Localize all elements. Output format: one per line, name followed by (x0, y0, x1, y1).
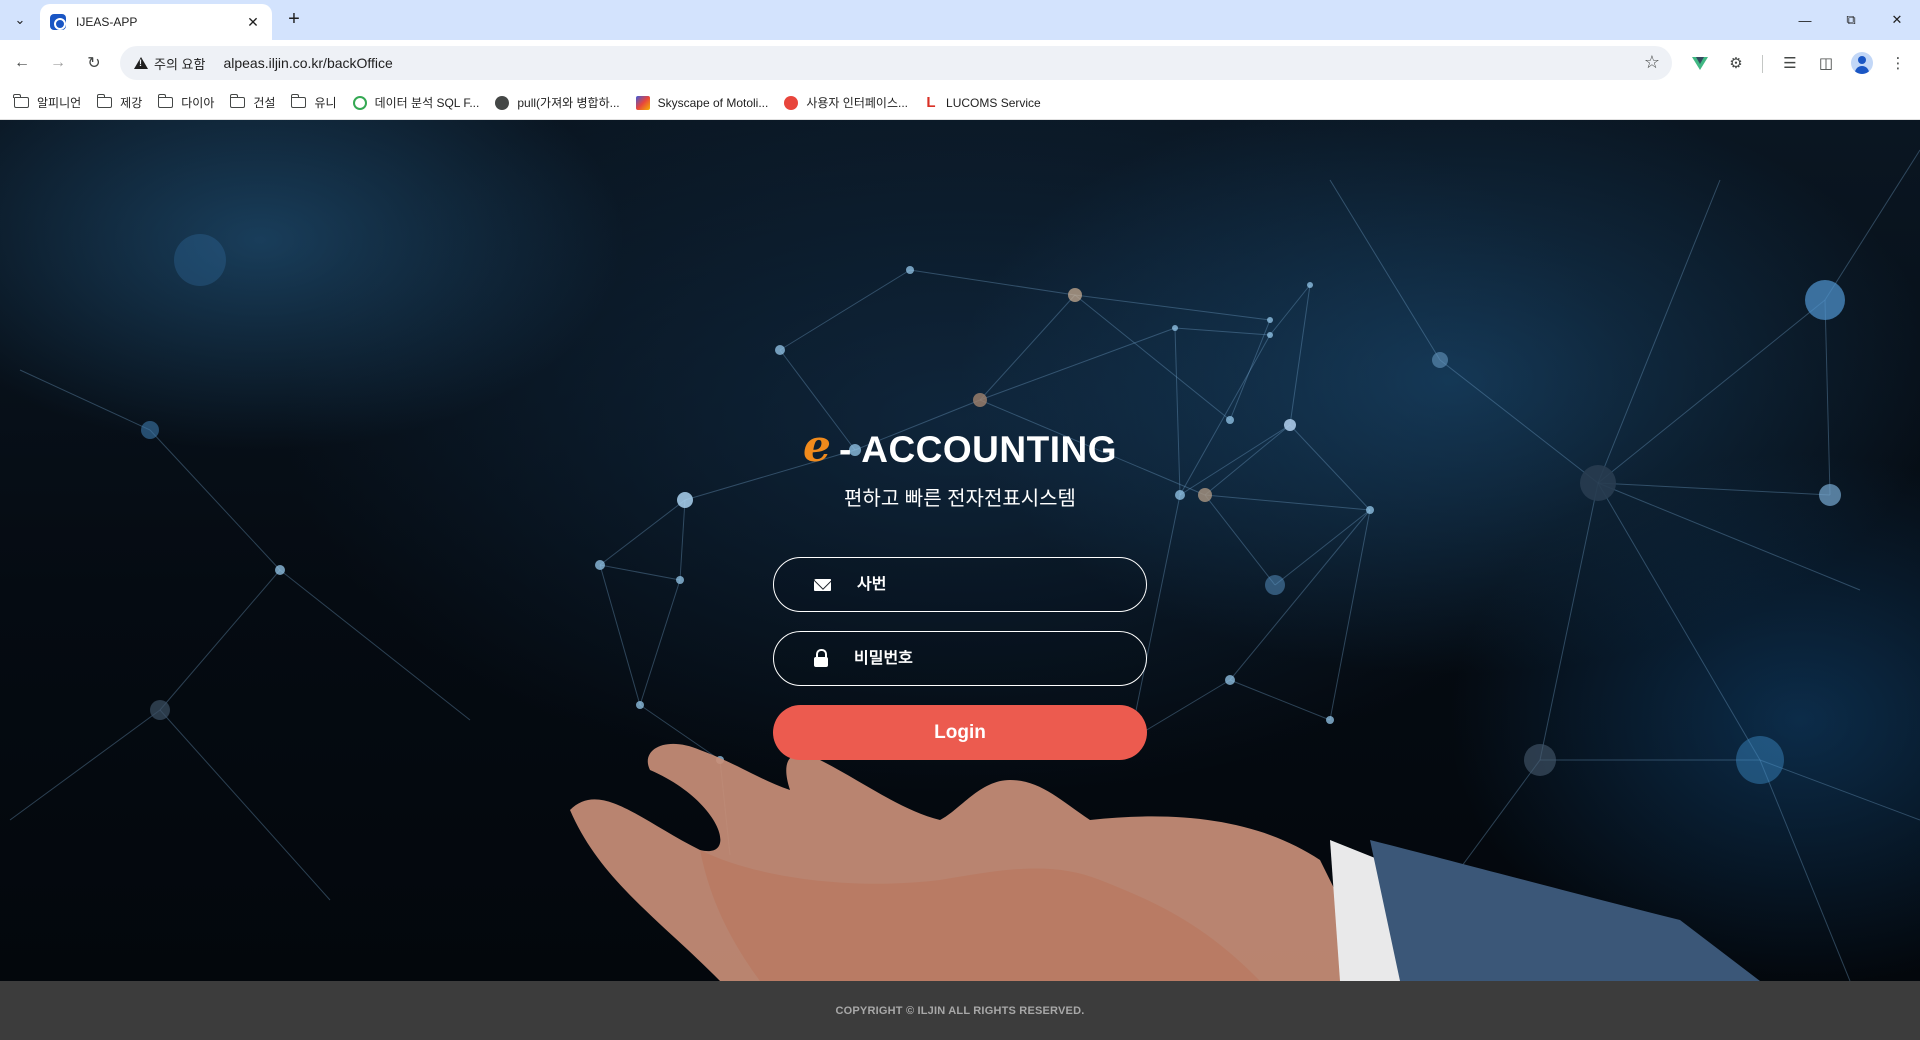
app-favicon-icon (50, 14, 66, 30)
extensions-puzzle-icon[interactable]: ⚙ (1724, 51, 1748, 75)
restore-icon[interactable]: ⧉ (1828, 0, 1874, 40)
login-page: e - ACCOUNTING 편하고 빠른 전자전표시스템 Login COPY… (0, 120, 1920, 1040)
security-label: 주의 요함 (154, 56, 206, 72)
bookmark-star-icon[interactable]: ☆ (1644, 52, 1660, 73)
lucoms-l-icon: L (926, 94, 936, 111)
pencil-favicon-icon (635, 95, 650, 110)
bookmark-ui[interactable]: 사용자 인터페이스... (780, 90, 916, 116)
browser-toolbar: ← → ↻ 주의 요함 alpeas.iljin.co.kr/backOffic… (0, 40, 1920, 86)
media-controls-icon[interactable]: ☰ (1778, 51, 1802, 75)
folder-icon (290, 94, 307, 108)
brand-title: - ACCOUNTING (839, 429, 1117, 470)
bookmark-sql[interactable]: 데이터 분석 SQL F... (349, 90, 488, 116)
new-tab-plus-icon[interactable]: + (282, 8, 306, 32)
bookmarks-bar: 알피니언 제강 다이아 건설 유니 데이터 분석 SQL F... pull(가… (0, 86, 1920, 120)
employee-id-field[interactable] (773, 557, 1147, 612)
bookmark-folder-construction[interactable]: 건설 (226, 90, 283, 116)
more-menu-icon[interactable]: ⋮ (1886, 51, 1910, 75)
brand-e-letter: e (803, 421, 831, 472)
password-field[interactable] (773, 631, 1147, 686)
red-favicon-icon (784, 95, 799, 110)
hand-graphic (570, 743, 1760, 981)
side-panel-icon[interactable]: ◫ (1814, 51, 1838, 75)
login-button[interactable]: Login (773, 705, 1147, 760)
reload-icon[interactable]: ↻ (82, 51, 106, 75)
brand-logo: e - ACCOUNTING (800, 424, 1120, 476)
tab-strip: ⌄ IJEAS-APP ✕ + — ⧉ ✕ (0, 0, 1920, 40)
toolbar-divider (1762, 55, 1763, 73)
page-subtitle: 편하고 빠른 전자전표시스템 (844, 488, 1076, 510)
hero-background: e - ACCOUNTING 편하고 빠른 전자전표시스템 Login (0, 120, 1920, 981)
vue-devtools-icon[interactable] (1688, 51, 1712, 75)
bookmark-lucoms[interactable]: L LUCOMS Service (920, 90, 1049, 116)
security-chip[interactable]: 주의 요함 (126, 50, 215, 76)
bookmark-folder-alpinion[interactable]: 알피니언 (10, 90, 89, 116)
tab-active[interactable]: IJEAS-APP ✕ (40, 4, 272, 40)
tab-close-icon[interactable]: ✕ (244, 14, 262, 31)
bookmark-skyscape[interactable]: Skyscape of Motoli... (632, 90, 777, 116)
green-favicon-icon (352, 95, 367, 110)
bookmark-folder-uni[interactable]: 유니 (287, 90, 344, 116)
folder-icon (229, 94, 246, 108)
url-text[interactable]: alpeas.iljin.co.kr/backOffice (223, 55, 392, 71)
tab-search-chevron-icon[interactable]: ⌄ (7, 7, 33, 33)
employee-id-input[interactable] (857, 575, 1117, 594)
folder-icon (157, 94, 174, 108)
window-close-icon[interactable]: ✕ (1874, 0, 1920, 40)
folder-icon (96, 94, 113, 108)
network-background-graphic (9, 149, 1920, 981)
tab-title: IJEAS-APP (76, 15, 138, 29)
globe-icon (495, 95, 510, 110)
back-arrow-icon[interactable]: ← (10, 51, 34, 75)
envelope-icon (814, 578, 831, 591)
forward-arrow-icon[interactable]: → (46, 51, 70, 75)
minimize-icon[interactable]: — (1782, 0, 1828, 40)
lock-icon (814, 648, 828, 667)
password-input[interactable] (854, 649, 1114, 668)
warning-triangle-icon (134, 57, 148, 69)
bookmark-folder-steel[interactable]: 제강 (93, 90, 150, 116)
bookmark-folder-diamond[interactable]: 다이아 (154, 90, 222, 116)
folder-icon (13, 94, 29, 108)
page-footer: COPYRIGHT © ILJIN ALL RIGHTS RESERVED. (0, 981, 1920, 1040)
profile-avatar-icon[interactable] (1850, 51, 1874, 75)
copyright-text: COPYRIGHT © ILJIN ALL RIGHTS RESERVED. (835, 1004, 1085, 1017)
address-bar[interactable]: 주의 요함 alpeas.iljin.co.kr/backOffice ☆ (120, 46, 1672, 80)
bookmark-pull[interactable]: pull(가져와 병합하... (491, 90, 627, 116)
